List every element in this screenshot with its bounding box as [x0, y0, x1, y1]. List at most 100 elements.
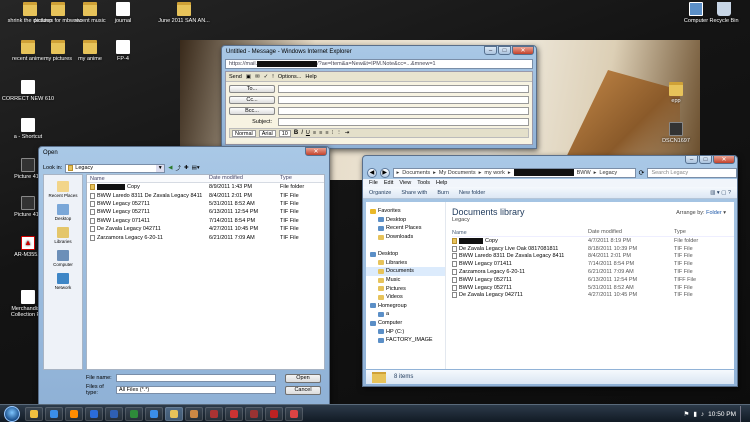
cancel-button[interactable]: Cancel	[285, 385, 321, 395]
explorer-titlebar[interactable]: – □ ✕	[363, 155, 737, 164]
tree-item[interactable]	[366, 241, 445, 250]
flag-icon[interactable]: ⚑	[684, 410, 690, 418]
app-icon[interactable]	[205, 406, 223, 421]
paint-icon[interactable]	[185, 406, 203, 421]
desktop-icon[interactable]: a - Shortcut	[0, 118, 56, 140]
minimize-button[interactable]: –	[685, 155, 698, 164]
explorer-icon[interactable]	[25, 406, 43, 421]
col-type[interactable]: Type	[280, 175, 324, 182]
table-row[interactable]: Copy 4/7/2011 8:19 PM File folder	[452, 237, 734, 245]
place-item[interactable]: Network	[44, 273, 82, 290]
breadcrumb-item[interactable]: My Documents	[439, 170, 476, 176]
cc-field[interactable]	[278, 95, 529, 104]
file-name-input[interactable]	[116, 374, 276, 382]
ie-titlebar[interactable]: Untitled - Message - Windows Internet Ex…	[222, 46, 536, 58]
open-button[interactable]: Open	[285, 373, 321, 383]
underline-icon[interactable]: U	[306, 130, 310, 136]
send-button[interactable]: Send	[229, 74, 242, 80]
size-select[interactable]: 10	[278, 129, 291, 137]
new-folder-icon[interactable]: ✚	[184, 165, 189, 171]
tree-item[interactable]: Recent Places	[366, 224, 445, 233]
table-row[interactable]: De Zavala Legacy Live Oak 0817081811 8/18…	[452, 245, 734, 253]
desktop-icon[interactable]: Recycle Bin	[696, 2, 750, 24]
maximize-button[interactable]: □	[498, 46, 511, 55]
navigation-pane[interactable]: Favorites Desktop Recent Places Downloads De…	[366, 202, 446, 369]
tree-item[interactable]: Videos	[366, 293, 445, 302]
bullets-icon[interactable]: ⁝	[332, 130, 334, 136]
start-button[interactable]	[4, 405, 20, 422]
open-titlebar[interactable]: Open ✕	[39, 147, 329, 159]
table-row[interactable]: BWW Legacy 052711 5/31/2011 8:52 AM TIF Fi…	[87, 200, 324, 208]
close-button[interactable]: ✕	[512, 46, 534, 55]
bold-icon[interactable]: B	[294, 130, 298, 136]
back-icon[interactable]: ◀	[367, 167, 377, 178]
menu-item[interactable]: View	[399, 180, 411, 186]
excel-icon[interactable]	[125, 406, 143, 421]
col-date[interactable]: Date modified	[588, 229, 674, 236]
close-button[interactable]: ✕	[713, 155, 735, 164]
breadcrumb-item[interactable]: BWW	[577, 170, 591, 176]
place-item[interactable]: Libraries	[44, 227, 82, 244]
app-icon[interactable]	[285, 406, 303, 421]
app-icon[interactable]	[265, 406, 283, 421]
word-icon[interactable]	[105, 406, 123, 421]
table-row[interactable]: Zarzamora Legacy 6-20-11 6/21/2011 7:09 A…	[452, 268, 734, 276]
volume-icon[interactable]: ♪	[701, 411, 704, 418]
bcc-button[interactable]: Bcc...	[229, 106, 275, 115]
table-row[interactable]: Copy 8/9/2011 1:43 PM File folder	[87, 183, 324, 191]
checknames-icon[interactable]: ✓	[264, 74, 269, 80]
desktop-icon[interactable]: DSCN1697	[648, 122, 704, 144]
command-button[interactable]: New folder	[459, 190, 485, 196]
show-desktop-button[interactable]	[740, 406, 746, 422]
outlook-icon[interactable]	[85, 406, 103, 421]
importance-icon[interactable]: !	[272, 74, 274, 80]
place-item[interactable]: Recent Places	[44, 181, 82, 198]
style-select[interactable]: Normal	[232, 129, 256, 137]
ie-message-window[interactable]: Untitled - Message - Windows Internet Ex…	[221, 45, 537, 149]
table-row[interactable]: BWW Legacy 052711 6/13/2011 12:54 PM TIFF …	[452, 276, 734, 284]
tree-item[interactable]: Homegroup	[366, 302, 445, 311]
maximize-button[interactable]: □	[699, 155, 712, 164]
ie-icon[interactable]	[45, 406, 63, 421]
refresh-icon[interactable]: ⟳	[639, 169, 645, 177]
search-input[interactable]: Search Legacy	[647, 167, 737, 178]
table-row[interactable]: BWW Legacy 052711 5/31/2011 8:52 AM TIF Fi…	[452, 284, 734, 292]
save-icon[interactable]: ▣	[246, 74, 251, 80]
address-bar[interactable]: https://mail. /?ae=Item&a=New&t=IPM.Note…	[225, 59, 533, 69]
minimize-button[interactable]: –	[484, 46, 497, 55]
file-list[interactable]: Name Date modified Type Copy 8/9/2011 1:4…	[86, 174, 325, 370]
forward-icon[interactable]: ▶	[379, 167, 390, 178]
breadcrumb-item[interactable]: my work	[484, 170, 504, 176]
command-button[interactable]: Burn	[437, 190, 449, 196]
breadcrumb[interactable]: ▸ Documents ▸ My Documents ▸ my work ▸ BWW ▸…	[392, 167, 636, 178]
tree-item[interactable]: Favorites	[366, 207, 445, 216]
clock[interactable]: 10:50 PM	[708, 411, 736, 418]
breadcrumb-item[interactable]: Documents	[402, 170, 430, 176]
tree-item[interactable]: Pictures	[366, 284, 445, 293]
bcc-field[interactable]	[278, 106, 529, 115]
place-item[interactable]: Computer	[44, 250, 82, 267]
desktop-icon[interactable]: journal	[95, 2, 151, 24]
place-item[interactable]: Desktop	[44, 204, 82, 221]
table-row[interactable]: Zarzamora Legacy 6-20-11 6/21/2011 7:09 A…	[87, 233, 324, 241]
to-field[interactable]	[278, 84, 529, 93]
col-name[interactable]: Name	[452, 229, 588, 236]
table-row[interactable]: BWW Laredo 8311 De Zavala Legacy 8411 8/4…	[87, 191, 324, 199]
command-button[interactable]: Share with	[401, 190, 427, 196]
chevron-down-icon[interactable]: ▼	[156, 164, 165, 172]
options-button[interactable]: Options...	[278, 74, 302, 80]
breadcrumb-item[interactable]: Legacy	[599, 170, 617, 176]
menu-item[interactable]: Tools	[417, 180, 430, 186]
align-left-icon[interactable]: ≡	[313, 130, 316, 136]
view-menu-icon[interactable]: ▤▾	[192, 165, 200, 171]
open-dialog[interactable]: Open ✕ Look in: Legacy ▼ ◀ ⤴ ✚ ▤▾ Recent…	[38, 146, 330, 406]
desktop-icon[interactable]: CORRECT NEW 610	[0, 80, 56, 102]
attach-icon[interactable]: ✉	[255, 74, 260, 80]
file-type-select[interactable]: All Files (*.*)	[116, 386, 276, 394]
menu-item[interactable]: Edit	[384, 180, 393, 186]
table-row[interactable]: De Zavala Legacy 042711 4/27/2011 10:45 P…	[87, 225, 324, 233]
close-button[interactable]: ✕	[305, 147, 327, 156]
network-icon[interactable]: ▮	[693, 410, 697, 418]
command-button[interactable]: Organize	[369, 190, 391, 196]
menu-item[interactable]: Help	[436, 180, 447, 186]
